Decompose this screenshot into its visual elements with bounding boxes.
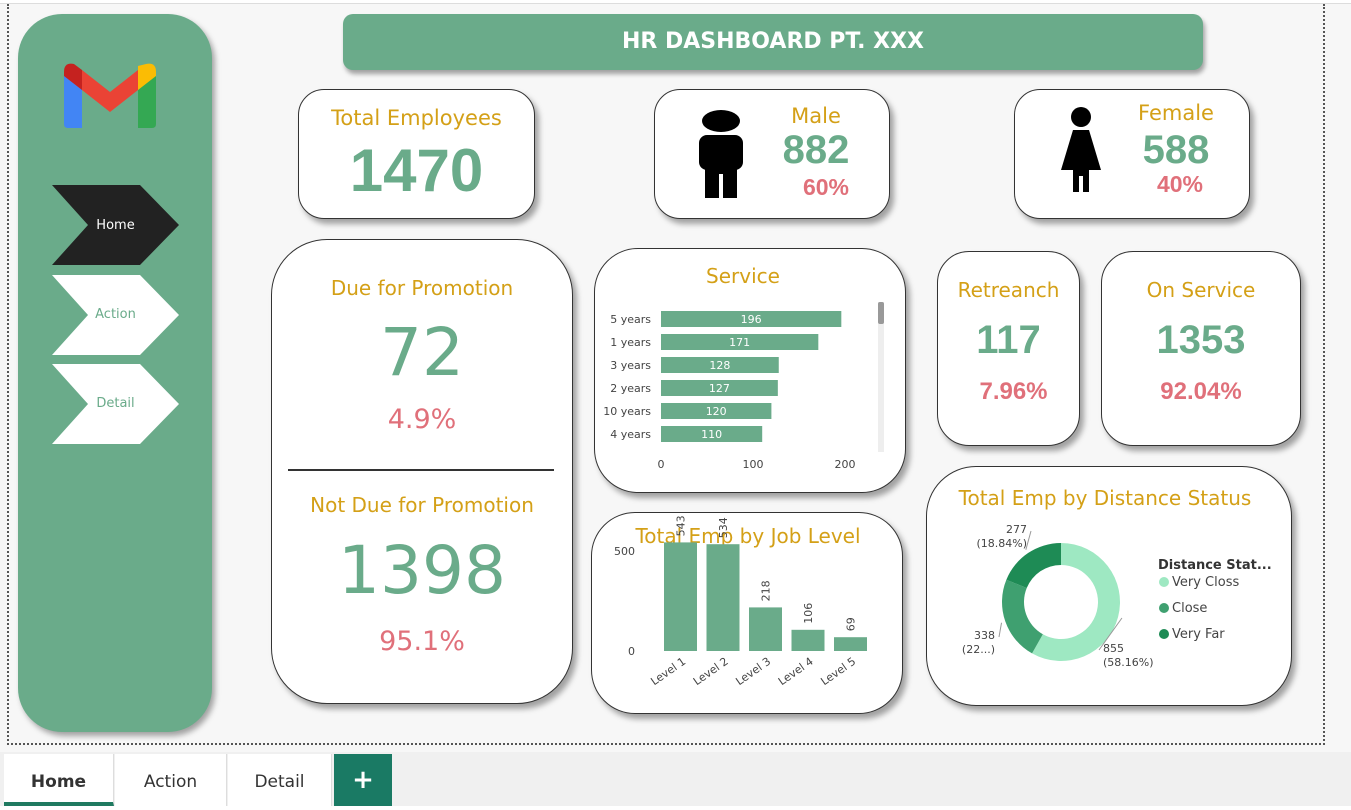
service-bar-value: 120 <box>706 405 727 418</box>
on-service-card: On Service 1353 92.04% <box>1101 251 1301 446</box>
female-person-icon <box>1061 107 1101 192</box>
female-value: 588 <box>1142 128 1210 172</box>
report-canvas: Home Action Detail HR DASHBOARD PT. XXX … <box>0 0 1351 806</box>
retrench-label: Retreanch <box>957 278 1060 302</box>
job-level-bar-value: 534 <box>717 517 730 538</box>
total-employees-label: Total Employees <box>331 106 502 130</box>
total-employees-value: 1470 <box>349 137 484 204</box>
distance-legend-marker <box>1159 603 1169 613</box>
on-service-percent: 92.04% <box>1160 378 1242 405</box>
job-level-bar-value: 218 <box>760 580 773 601</box>
retrench-value: 117 <box>976 318 1041 362</box>
service-scrollbar[interactable] <box>878 302 884 452</box>
distance-chart-title: Total Emp by Distance Status <box>958 486 1252 510</box>
job-level-chart: Total Emp by Job Level 0500543Level 1534… <box>614 515 867 688</box>
distance-slice-value: 277 <box>1006 523 1027 536</box>
distance-slice-value: 855 <box>1103 642 1124 655</box>
gmail-logo-icon <box>64 63 156 128</box>
distance-legend-item[interactable]: Close <box>1172 601 1207 616</box>
tab-action[interactable]: Action <box>115 754 227 806</box>
distance-leader-line <box>998 622 1003 638</box>
service-bar-value: 110 <box>701 428 722 441</box>
due-promotion-value: 72 <box>380 314 464 391</box>
job-level-bar[interactable] <box>664 542 697 651</box>
distance-slice-percent: (18.84%) <box>976 537 1027 550</box>
male-person-icon <box>699 110 743 198</box>
distance-slice[interactable] <box>1002 579 1043 654</box>
promotion-card: Due for Promotion 72 4.9% Not Due for Pr… <box>271 239 573 704</box>
sidebar: Home Action Detail <box>18 14 212 732</box>
service-chart-card: Service 5 years 196 1 years 171 3 years 128 2 … <box>594 248 906 493</box>
distance-slice-percent: (58.16%) <box>1103 656 1154 669</box>
distance-chart-card: Total Emp by Distance Status 855 (58.16%)… <box>926 466 1292 706</box>
distance-legend-marker <box>1159 577 1169 587</box>
service-bar-value: 128 <box>709 359 730 372</box>
job-level-bar[interactable] <box>834 637 867 651</box>
service-bar-value: 196 <box>741 313 762 326</box>
retrench-card: Retreanch 117 7.96% <box>937 251 1080 446</box>
distance-legend-title: Distance Stat... <box>1158 558 1272 573</box>
add-page-button[interactable]: + <box>334 754 392 806</box>
service-bar-value: 127 <box>709 382 730 395</box>
job-level-bar[interactable] <box>791 629 825 651</box>
job-level-category-label: Level 3 <box>733 655 773 688</box>
male-percent: 60% <box>802 174 850 200</box>
not-due-promotion-label: Not Due for Promotion <box>310 493 534 517</box>
distance-legend-item[interactable]: Very Far <box>1172 627 1225 642</box>
service-category-label: 10 years <box>603 405 651 418</box>
job-level-chart-card: Total Emp by Job Level 0 500 543 Level 1 534… <box>591 512 903 714</box>
promotion-divider <box>288 469 554 471</box>
service-category-label: 4 years <box>610 428 651 441</box>
job-level-category-label: Level 5 <box>818 655 858 688</box>
service-x-tick: 100 <box>743 458 764 471</box>
male-value: 882 <box>782 128 850 172</box>
due-promotion-label: Due for Promotion <box>330 276 514 300</box>
page-title: HR DASHBOARD PT. XXX <box>343 14 1203 70</box>
job-level-bar[interactable] <box>706 544 740 651</box>
due-promotion-percent: 4.9% <box>387 404 457 435</box>
distance-slice-percent: (22...) <box>962 643 995 656</box>
distance-legend-item[interactable]: Very Closs <box>1172 575 1239 590</box>
service-chart: Service 5 years 196 1 years 171 3 years 128 2 … <box>603 264 884 471</box>
distance-legend-marker <box>1159 629 1169 639</box>
job-level-bar-value: 543 <box>675 515 688 536</box>
service-x-tick: 0 <box>658 458 665 471</box>
job-level-bar-value: 106 <box>802 603 815 624</box>
total-employees-card: Total Employees 1470 <box>298 89 535 219</box>
not-due-promotion-value: 1398 <box>338 532 506 609</box>
job-level-bar-value: 69 <box>845 617 858 631</box>
service-chart-title: Service <box>706 264 780 288</box>
job-level-category-label: Level 2 <box>691 655 731 688</box>
service-category-label: 5 years <box>610 313 651 326</box>
on-service-label: On Service <box>1146 278 1256 302</box>
tab-detail[interactable]: Detail <box>228 754 332 806</box>
job-level-bar[interactable] <box>749 607 782 651</box>
job-level-category-label: Level 4 <box>776 655 816 688</box>
distance-slice-value: 338 <box>974 629 995 642</box>
nav-home-label: Home <box>96 218 135 233</box>
male-label: Male <box>791 104 841 128</box>
tab-home[interactable]: Home <box>4 754 114 806</box>
female-label: Female <box>1138 101 1214 125</box>
male-card: Male 882 60% <box>654 89 890 219</box>
retrench-percent: 7.96% <box>979 378 1048 405</box>
service-x-tick: 200 <box>835 458 856 471</box>
not-due-promotion-percent: 95.1% <box>379 626 465 657</box>
female-percent: 40% <box>1156 171 1204 197</box>
service-scroll-thumb[interactable] <box>878 302 884 324</box>
nav-action-label: Action <box>95 307 136 322</box>
distance-chart: Total Emp by Distance Status 855(58.16%)… <box>958 486 1272 669</box>
job-level-y-tick: 500 <box>614 545 635 558</box>
service-category-label: 3 years <box>610 359 651 372</box>
page-tab-bar: Home Action Detail + <box>0 752 1351 806</box>
service-category-label: 1 years <box>610 336 651 349</box>
service-category-label: 2 years <box>610 382 651 395</box>
job-level-category-label: Level 1 <box>648 655 688 688</box>
service-bar-value: 171 <box>729 336 750 349</box>
on-service-value: 1353 <box>1156 318 1246 362</box>
job-level-y-tick: 0 <box>628 645 635 658</box>
nav-detail-label: Detail <box>96 396 135 411</box>
female-card: Female 588 40% <box>1014 89 1250 219</box>
